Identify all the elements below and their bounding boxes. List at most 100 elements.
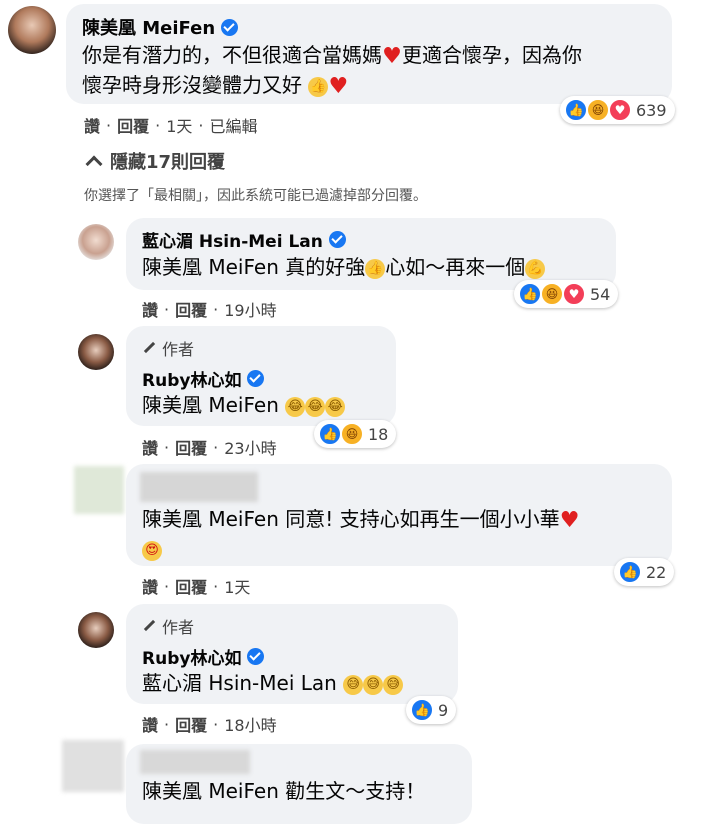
comment-text-line1: 你是有潛力的，不但很適合當媽媽 <box>82 43 382 67</box>
tears-of-joy-emoji-icon: 😂 <box>325 396 346 417</box>
like-reaction-icon: 👍 <box>318 422 342 446</box>
reply-author-name[interactable]: 藍心湄 Hsin-Mei Lan <box>142 227 346 252</box>
reply-text-part1: 陳美凰 MeiFen 真的好強 <box>142 255 366 279</box>
reply-link[interactable]: 回覆 <box>175 297 207 321</box>
thumbs-up-emoji-icon: 👍 <box>365 258 386 279</box>
comment-author-name[interactable]: 陳美凰 MeiFen <box>82 14 239 40</box>
reply-text-part1: 藍心湄 Hsin-Mei Lan <box>142 671 337 695</box>
like-link[interactable]: 讚 <box>142 712 158 736</box>
hide-replies-button[interactable]: 隱藏17則回覆 <box>85 148 226 174</box>
reply-actions: 讚 · 回覆 · 18小時 <box>142 712 277 736</box>
verified-badge-icon <box>328 231 346 248</box>
timestamp[interactable]: 1天 <box>224 574 250 598</box>
love-reaction-icon: ♥ <box>608 98 632 122</box>
reply-link[interactable]: 回覆 <box>175 435 207 459</box>
pencil-icon <box>142 341 156 355</box>
reply-bubble-anonymous: 陳美凰 MeiFen 同意! 支持心如再生一個小小華♥ 😍 <box>126 464 672 566</box>
verified-badge-icon <box>247 648 265 665</box>
heart-eyes-emoji-icon: 😍 <box>142 540 162 561</box>
chevron-up-icon <box>85 155 103 173</box>
haha-reaction-icon: 😆 <box>540 282 564 306</box>
timestamp[interactable]: 19小時 <box>224 297 276 321</box>
reply-text: 藍心湄 Hsin-Mei Lan 😅 😅 😅 <box>142 668 404 698</box>
comment-actions: 讚 · 回覆 · 1天 · 已編輯 <box>84 113 258 137</box>
reply-author-name[interactable]: Ruby林心如 <box>142 366 265 391</box>
reply-link[interactable]: 回覆 <box>117 113 149 137</box>
grinning-sweat-emoji-icon: 😅 <box>363 674 384 695</box>
timestamp[interactable]: 23小時 <box>224 435 276 459</box>
hide-replies-label: 隱藏17則回覆 <box>110 152 226 173</box>
reaction-summary[interactable]: 👍 😆 ♥ 639 <box>560 96 675 124</box>
reply-text: 陳美凰 MeiFen 😂 😂 😂 <box>142 390 346 420</box>
reply-actions: 讚 · 回覆 · 1天 <box>142 574 250 598</box>
like-reaction-icon: 👍 <box>564 98 588 122</box>
avatar-ruby[interactable] <box>78 612 114 648</box>
comment-text: 你是有潛力的，不但很適合當媽媽♥更適合懷孕，因為你 懷孕時身形沒變體力又好 👍♥ <box>82 40 672 100</box>
haha-reaction-icon: 😆 <box>586 98 610 122</box>
author-name-text[interactable]: Ruby林心如 <box>142 644 241 669</box>
author-tag: 作者 <box>142 614 194 638</box>
filter-notice: 你選擇了「最相關」，因此系統可能已過濾掉部分回覆。 <box>84 188 427 204</box>
author-tag-label: 作者 <box>162 618 195 637</box>
red-heart-emoji-icon: ♥ <box>328 73 349 99</box>
reaction-summary[interactable]: 👍 9 <box>406 696 457 724</box>
reply-text: 陳美凰 MeiFen 勸生文～支持！ <box>142 779 426 803</box>
reply-text: 陳美凰 MeiFen 真的好強 👍心如～再來一個 💪 <box>142 252 546 282</box>
reply-bubble-ruby: 作者 Ruby林心如 藍心湄 Hsin-Mei Lan 😅 😅 😅 <box>126 604 458 704</box>
reaction-count: 9 <box>438 700 449 720</box>
reaction-count: 22 <box>646 562 667 582</box>
red-heart-emoji-icon: ♥ <box>559 507 580 533</box>
blurred-author-name <box>140 472 258 502</box>
reply-actions: 讚 · 回覆 · 19小時 <box>142 297 277 321</box>
like-reaction-icon: 👍 <box>618 560 642 584</box>
love-reaction-icon: ♥ <box>562 282 586 306</box>
avatar-ruby[interactable] <box>78 334 114 370</box>
reply-link[interactable]: 回覆 <box>175 574 207 598</box>
verified-badge-icon <box>221 18 239 36</box>
timestamp[interactable]: 1天 <box>166 113 192 137</box>
reaction-count: 54 <box>590 284 611 304</box>
blurred-author-name <box>140 750 250 774</box>
avatar-hsin-mei-lan[interactable] <box>78 224 114 260</box>
like-link[interactable]: 讚 <box>142 297 158 321</box>
like-link[interactable]: 讚 <box>84 113 100 137</box>
reaction-count: 18 <box>368 424 389 444</box>
reply-text-part1: 陳美凰 MeiFen 同意! 支持心如再生一個小小華 <box>142 507 560 531</box>
comment-text-line1b: 更適合懷孕，因為你 <box>402 43 582 67</box>
reaction-summary[interactable]: 👍 😆 ♥ 54 <box>514 280 619 308</box>
reaction-summary[interactable]: 👍 😆 18 <box>314 420 397 448</box>
reply-actions: 讚 · 回覆 · 23小時 <box>142 435 277 459</box>
reply-text-part1: 陳美凰 MeiFen <box>142 393 279 417</box>
flexed-biceps-emoji-icon: 💪 <box>525 258 546 279</box>
author-name-text[interactable]: 陳美凰 MeiFen <box>82 14 215 40</box>
reply-bubble-ruby: 作者 Ruby林心如 陳美凰 MeiFen 😂 😂 😂 <box>126 326 396 426</box>
reply-text-part2: 心如～再來一個 <box>385 255 526 279</box>
author-name-text[interactable]: Ruby林心如 <box>142 366 241 391</box>
blurred-avatar <box>62 740 124 792</box>
avatar-meifen[interactable] <box>8 6 56 54</box>
reply-text: 陳美凰 MeiFen 同意! 支持心如再生一個小小華♥ 😍 <box>142 504 662 564</box>
pencil-icon <box>142 619 156 633</box>
comment-text-line2: 懷孕時身形沒變體力又好 <box>82 73 302 97</box>
blurred-avatar <box>74 466 124 514</box>
like-reaction-icon: 👍 <box>518 282 542 306</box>
timestamp[interactable]: 18小時 <box>224 712 276 736</box>
verified-badge-icon <box>247 370 265 387</box>
reply-link[interactable]: 回覆 <box>175 712 207 736</box>
tears-of-joy-emoji-icon: 😂 <box>305 396 326 417</box>
thumbs-up-emoji-icon: 👍 <box>308 76 329 97</box>
edited-label[interactable]: 已編輯 <box>210 113 258 137</box>
like-link[interactable]: 讚 <box>142 435 158 459</box>
reaction-count: 639 <box>636 100 667 120</box>
grinning-sweat-emoji-icon: 😅 <box>383 674 404 695</box>
reaction-summary[interactable]: 👍 22 <box>614 558 675 586</box>
reply-bubble-anonymous: 陳美凰 MeiFen 勸生文～支持！ <box>126 744 472 824</box>
comment-bubble-meifen: 陳美凰 MeiFen 你是有潛力的，不但很適合當媽媽 ♥ 更適合懷孕，因為你 懷孕時… <box>66 4 672 104</box>
author-name-text[interactable]: 藍心湄 Hsin-Mei Lan <box>142 227 323 252</box>
haha-reaction-icon: 😆 <box>340 422 364 446</box>
author-tag: 作者 <box>142 336 194 360</box>
tears-of-joy-emoji-icon: 😂 <box>285 396 306 417</box>
reply-author-name[interactable]: Ruby林心如 <box>142 644 265 669</box>
like-link[interactable]: 讚 <box>142 574 158 598</box>
grinning-sweat-emoji-icon: 😅 <box>343 674 364 695</box>
